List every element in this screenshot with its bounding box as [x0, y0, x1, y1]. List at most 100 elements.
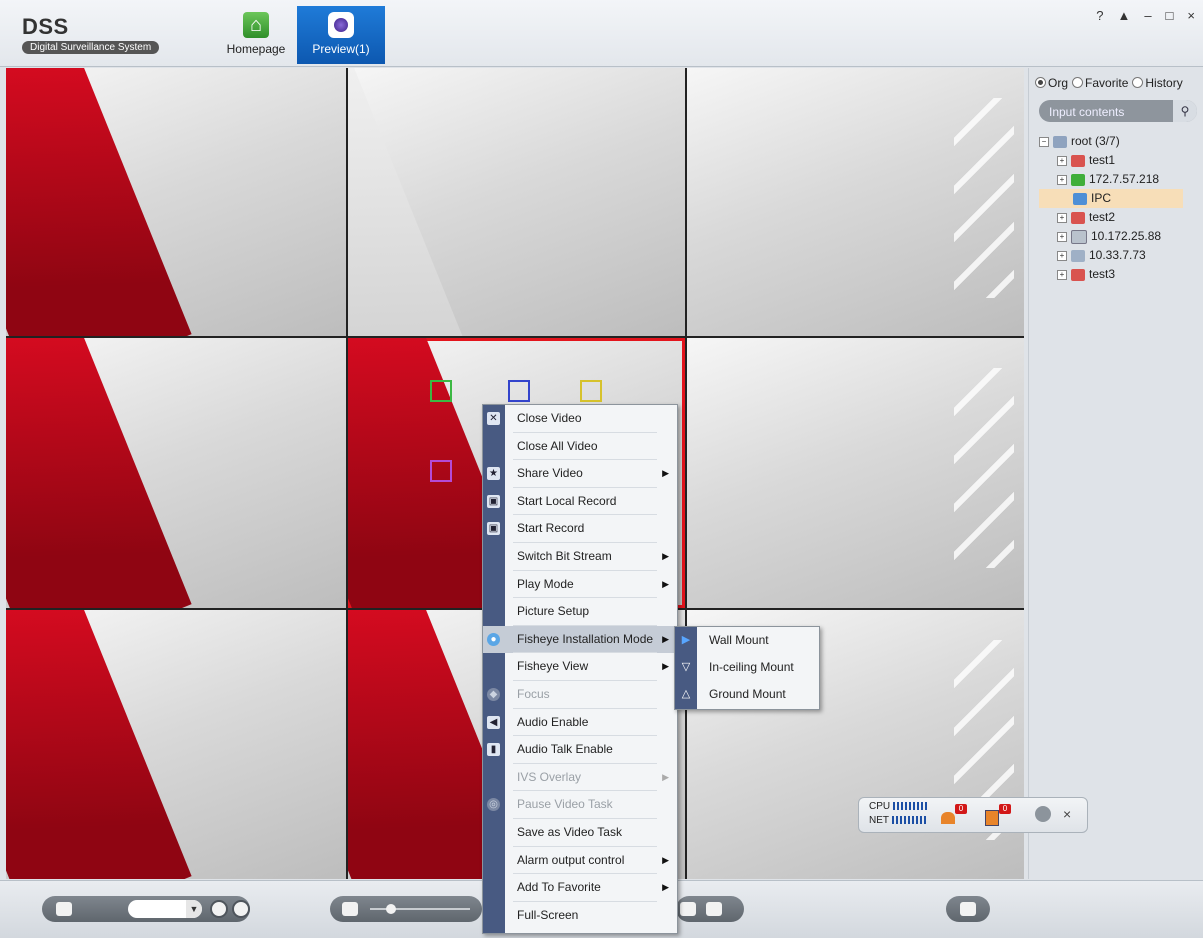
camera-group-icon — [1071, 154, 1085, 167]
layout-controls — [330, 896, 482, 922]
menu-item-close-video[interactable]: ✕ Close Video — [483, 405, 677, 433]
submenu-item-wall-mount[interactable]: ▶ Wall Mount — [675, 627, 819, 654]
wall-mount-icon: ▶ — [681, 634, 691, 646]
app-logo: DSS Digital Surveillance System — [22, 14, 160, 54]
camera-group-icon — [1071, 211, 1085, 224]
event-icon[interactable] — [985, 810, 999, 826]
fullscreen-icon[interactable] — [680, 902, 696, 916]
tree-node-test1[interactable]: + test1 — [1039, 151, 1183, 170]
dvr-device-icon — [1071, 249, 1085, 262]
save-icon[interactable] — [56, 902, 72, 916]
close-icon: ✕ — [487, 412, 500, 425]
radio-history[interactable]: History — [1132, 76, 1183, 90]
video-cell[interactable] — [687, 68, 1024, 336]
submenu-item-ground-mount[interactable]: △ Ground Mount — [675, 681, 819, 708]
nvr-device-icon — [1071, 229, 1087, 244]
tree-node-root[interactable]: − root (3/7) — [1039, 132, 1183, 151]
camera-icon — [328, 12, 354, 38]
radio-favorite[interactable]: Favorite — [1072, 76, 1128, 90]
menu-item-fisheye-installation-mode[interactable]: ● Fisheye Installation Mode ▶ — [483, 625, 677, 654]
slider-handle[interactable] — [386, 904, 396, 914]
menu-item-start-record[interactable]: ▣ Start Record — [483, 515, 677, 543]
device-sidebar: Org Favorite History ⚲ − root (3/7) + te… — [1028, 68, 1203, 879]
menu-item-close-all-video[interactable]: Close All Video — [483, 433, 677, 461]
video-cell[interactable] — [6, 68, 346, 336]
chevron-down-icon: ▼ — [186, 900, 202, 918]
tree-node-test3[interactable]: + test3 — [1039, 265, 1183, 284]
tree-node-test2[interactable]: + test2 — [1039, 208, 1183, 227]
stream-select[interactable]: ▼ — [128, 900, 202, 918]
focus-icon: ◆ — [487, 687, 500, 701]
radio-org[interactable]: Org — [1035, 76, 1068, 90]
search-icon[interactable]: ⚲ — [1173, 100, 1197, 122]
menu-item-fisheye-view[interactable]: Fisheye View ▶ — [483, 653, 677, 681]
submenu-arrow-icon: ▶ — [662, 661, 669, 672]
tab-preview[interactable]: Preview(1) — [297, 6, 385, 64]
status-monitor: CPU NET 0 0 × — [858, 797, 1088, 833]
tv-wall-controls — [946, 896, 990, 922]
menu-item-save-as-video-task[interactable]: Save as Video Task — [483, 819, 677, 847]
submenu-arrow-icon: ▶ — [662, 854, 669, 865]
search-input[interactable] — [1047, 103, 1169, 121]
device-search: ⚲ — [1039, 100, 1197, 122]
alarm-icon[interactable] — [941, 812, 955, 824]
help-icon[interactable]: ? — [1096, 8, 1103, 23]
menu-item-add-to-favorite[interactable]: Add To Favorite ▶ — [483, 874, 677, 902]
menu-item-start-local-record[interactable]: ▣ Start Local Record — [483, 488, 677, 516]
video-cell[interactable] — [6, 610, 346, 879]
tree-node-ipc[interactable]: IPC — [1039, 189, 1183, 208]
layout-slider[interactable] — [370, 908, 470, 910]
tv-wall-icon[interactable] — [960, 902, 976, 916]
ceiling-mount-icon: ▽ — [681, 661, 691, 673]
roi-box-purple — [430, 460, 452, 482]
home-icon — [243, 12, 269, 38]
camera-group-icon — [1071, 268, 1085, 281]
tab-homepage-label: Homepage — [226, 42, 286, 56]
expand-icon[interactable]: + — [1057, 212, 1067, 223]
view-controls — [676, 896, 744, 922]
submenu-item-in-ceiling-mount[interactable]: ▽ In-ceiling Mount — [675, 654, 819, 681]
lock-icon[interactable]: ▲ — [1117, 8, 1130, 23]
menu-item-full-screen[interactable]: Full-Screen — [483, 902, 677, 930]
video-cell[interactable] — [348, 68, 685, 336]
video-cell[interactable] — [687, 338, 1024, 608]
split-layout-icon[interactable] — [342, 902, 358, 916]
video-cell[interactable] — [6, 338, 346, 608]
roi-box-green — [430, 380, 452, 402]
submenu-arrow-icon: ▶ — [662, 578, 669, 589]
menu-item-picture-setup[interactable]: Picture Setup — [483, 598, 677, 626]
expand-icon[interactable]: + — [1057, 174, 1067, 185]
expand-icon[interactable]: + — [1057, 155, 1067, 166]
tree-node-10-33-7-73[interactable]: + 10.33.7.73 — [1039, 246, 1183, 265]
menu-item-audio-enable[interactable]: ◀ Audio Enable — [483, 709, 677, 737]
menu-item-alarm-output-control[interactable]: Alarm output control ▶ — [483, 847, 677, 875]
minimize-icon[interactable]: – — [1144, 8, 1151, 23]
expand-icon[interactable]: + — [1057, 269, 1067, 280]
logo-title: DSS — [22, 14, 69, 39]
speaker-off-icon[interactable] — [1035, 806, 1051, 822]
menu-item-switch-bit-stream[interactable]: Switch Bit Stream ▶ — [483, 543, 677, 571]
event-count-badge: 0 — [999, 804, 1011, 814]
window-controls: ? ▲ – □ × — [1096, 8, 1195, 23]
close-icon[interactable]: × — [1063, 806, 1071, 822]
menu-item-ivs-overlay: IVS Overlay ▶ — [483, 764, 677, 792]
submenu-arrow-icon: ▶ — [662, 882, 669, 893]
collapse-icon[interactable]: − — [1039, 136, 1049, 147]
maximize-icon[interactable]: □ — [1166, 8, 1174, 23]
roi-box-yellow — [580, 380, 602, 402]
tree-node-10-172-25-88[interactable]: + 10.172.25.88 — [1039, 227, 1183, 246]
tree-node-172-7-57-218[interactable]: + 172.7.57.218 — [1039, 170, 1183, 189]
expand-icon[interactable]: + — [1057, 250, 1067, 261]
snapshot-button[interactable] — [210, 900, 228, 918]
menu-item-share-video[interactable]: ★ Share Video ▶ — [483, 460, 677, 488]
close-icon[interactable]: × — [1187, 8, 1195, 23]
record-button[interactable] — [232, 900, 250, 918]
tab-homepage[interactable]: Homepage — [212, 6, 300, 64]
window-layout-icon[interactable] — [706, 902, 722, 916]
menu-item-audio-talk-enable[interactable]: ▮ Audio Talk Enable — [483, 736, 677, 764]
menu-item-play-mode[interactable]: Play Mode ▶ — [483, 571, 677, 599]
expand-icon[interactable]: + — [1057, 231, 1067, 242]
record-controls: ▼ — [42, 896, 250, 922]
video-context-menu: ✕ Close Video Close All Video ★ Share Vide… — [482, 404, 678, 934]
local-record-icon: ▣ — [487, 494, 500, 508]
